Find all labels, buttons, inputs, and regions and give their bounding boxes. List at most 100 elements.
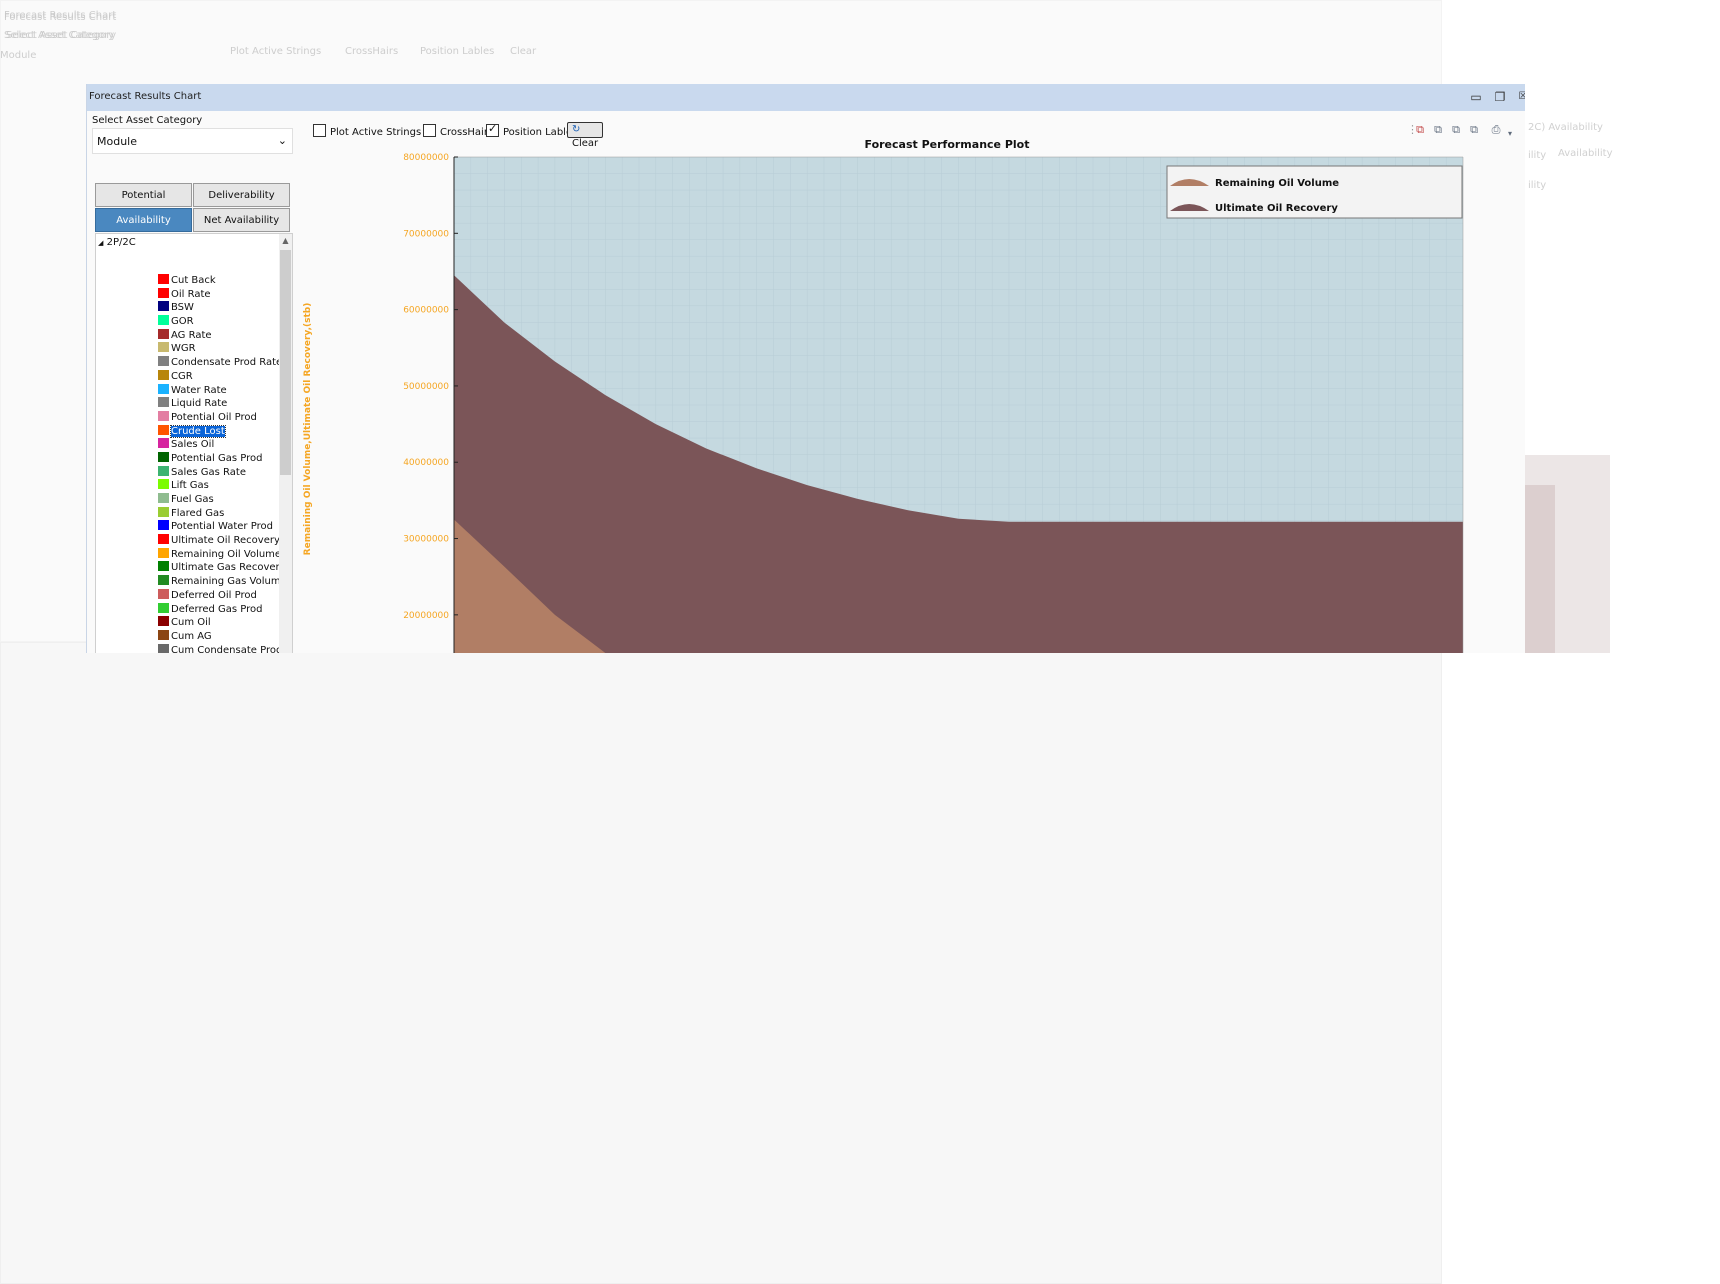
plot-area: 80000000 70000000 60000000 50000000 40000000… — [403, 153, 1464, 653]
color-swatch — [158, 534, 169, 545]
list-item-label: Oil Rate — [171, 288, 211, 300]
list-item[interactable]: GOR — [158, 315, 287, 329]
y-tick-label: 70000000 — [403, 229, 449, 239]
list-item[interactable]: Water Rate — [158, 383, 287, 398]
list-item[interactable]: Deferred Gas Prod — [158, 602, 287, 617]
list-item[interactable]: Potential Water Prod — [158, 520, 287, 534]
list-item[interactable]: Ultimate Gas Recovery — [158, 561, 287, 575]
restore-icon[interactable]: ❐ — [1492, 89, 1508, 105]
list-item[interactable]: AG Rate — [158, 328, 287, 343]
asset-category-value: Module — [97, 135, 137, 148]
y-tick-label: 50000000 — [403, 382, 449, 392]
list-item-label: Potential Oil Prod — [171, 411, 257, 423]
color-swatch — [158, 397, 169, 408]
list-item[interactable]: Deferred Oil Prod — [158, 588, 287, 603]
list-item-label: Remaining Gas Volume — [171, 576, 287, 588]
color-swatch — [158, 493, 169, 503]
color-swatch — [158, 383, 169, 394]
color-swatch — [158, 643, 169, 653]
list-item-label: Remaining Oil Volume — [171, 548, 282, 560]
minimize-icon[interactable]: ▭ — [1468, 89, 1484, 105]
color-swatch — [158, 424, 169, 435]
list-item[interactable]: Lift Gas — [158, 479, 287, 493]
background-window-2: Forecast Results Chart Select Asset Cate… — [0, 10, 1442, 1284]
list-item-label: GOR — [171, 316, 194, 328]
list-item[interactable]: Cum Condensate Prod — [158, 643, 287, 653]
list-item-label: Potential Water Prod — [171, 521, 273, 533]
title-bar[interactable]: Forecast Results Chart ▭ ❐ ☒ — [87, 84, 1525, 111]
color-swatch — [158, 301, 169, 312]
legend-label: Remaining Oil Volume — [1215, 178, 1339, 189]
tab-potential[interactable]: Potential — [95, 183, 192, 207]
forecast-chart[interactable]: Forecast Performance Plot Remaining Oil … — [287, 132, 1525, 653]
tree-expand-icon[interactable]: ◢ — [98, 239, 103, 247]
color-swatch — [158, 287, 169, 298]
color-swatch — [158, 328, 169, 339]
background-toolbar-3: Position Lables — [420, 46, 495, 57]
list-item[interactable]: Sales Gas Rate — [158, 465, 287, 480]
list-item[interactable]: Potential Oil Prod — [158, 410, 287, 425]
list-item-label: Ultimate Oil Recovery — [171, 535, 280, 547]
background-toolbar-4: Clear — [510, 46, 537, 57]
list-item-label: Fuel Gas — [171, 494, 214, 505]
list-item-label: Sales Oil — [171, 439, 215, 451]
left-panel: Select Asset Category Module ⌄ Potential… — [87, 111, 297, 653]
list-item[interactable]: Sales Oil — [158, 438, 287, 452]
list-item-label: Sales Gas Rate — [171, 466, 246, 478]
list-item-label: Ultimate Gas Recovery — [171, 562, 286, 574]
forecast-results-window: Forecast Results Chart ▭ ❐ ☒ Select Asse… — [86, 84, 1525, 653]
asset-category-label: Select Asset Category — [92, 115, 203, 126]
y-axis-label: Remaining Oil Volume,Ultimate Oil Recove… — [303, 303, 313, 556]
tab-availability[interactable]: Availability — [95, 208, 192, 232]
color-swatch — [158, 342, 169, 353]
background-tab-3: Availability — [1558, 148, 1613, 159]
list-item-label: Condensate Prod Rate — [171, 357, 283, 369]
color-swatch — [158, 602, 169, 613]
background-tab-2: ility — [1528, 150, 1547, 161]
background-toolbar-1: Plot Active Strings — [230, 46, 322, 57]
list-item-label: Cum Oil — [171, 617, 211, 629]
list-item[interactable]: Remaining Oil Volume — [158, 547, 287, 562]
tree-root[interactable]: ◢ 2P/2C — [98, 237, 136, 248]
list-item[interactable]: Oil Rate — [158, 287, 287, 302]
list-item-label: Crude Lost — [170, 424, 226, 438]
list-item[interactable]: Condensate Prod Rate — [158, 356, 287, 370]
color-swatch — [158, 588, 169, 599]
y-tick-label: 60000000 — [403, 306, 449, 316]
list-item[interactable]: Potential Gas Prod — [158, 451, 287, 466]
asset-category-select[interactable]: Module ⌄ — [92, 128, 293, 154]
y-tick-label: 40000000 — [403, 458, 449, 468]
list-item[interactable]: BSW — [158, 301, 287, 315]
list-item-label: Deferred Gas Prod — [171, 603, 263, 615]
list-item-label: Liquid Rate — [171, 398, 228, 410]
close-icon[interactable]: ☒ — [1515, 89, 1525, 105]
list-item[interactable]: Cut Back — [158, 274, 287, 288]
list-item[interactable]: Liquid Rate — [158, 397, 287, 411]
color-swatch — [158, 479, 169, 490]
background-window-module: Module — [0, 50, 37, 61]
color-swatch — [158, 629, 169, 640]
list-item[interactable]: Fuel Gas — [158, 493, 287, 507]
tab-net-availability[interactable]: Net Availability — [193, 208, 290, 232]
list-item-label: Cum Condensate Prod — [171, 644, 283, 653]
tab-deliverability[interactable]: Deliverability — [193, 183, 290, 207]
color-swatch — [158, 561, 169, 572]
color-swatch — [158, 575, 169, 586]
color-swatch — [158, 356, 169, 367]
list-item[interactable]: Flared Gas — [158, 506, 287, 521]
color-swatch — [158, 616, 169, 627]
list-item[interactable]: Crude Lost — [158, 424, 287, 439]
list-item[interactable]: Ultimate Oil Recovery — [158, 534, 287, 548]
background-chart-area-2 — [1525, 485, 1555, 653]
list-item-label: Flared Gas — [171, 507, 225, 519]
list-item[interactable]: WGR — [158, 342, 287, 356]
list-item[interactable]: CGR — [158, 369, 287, 384]
list-item-label: Cum AG — [171, 630, 212, 642]
color-swatch — [158, 465, 169, 476]
parameter-list: Cut Back Oil Rate BSW GOR AG Rate WGR Condensa… — [158, 274, 287, 653]
background-window-2-subtitle: Select Asset Category — [6, 30, 117, 41]
list-item[interactable]: Remaining Gas Volume — [158, 575, 287, 589]
list-item[interactable]: Cum AG — [158, 629, 287, 644]
list-item[interactable]: Cum Oil — [158, 616, 287, 630]
y-tick-label: 30000000 — [403, 535, 449, 545]
